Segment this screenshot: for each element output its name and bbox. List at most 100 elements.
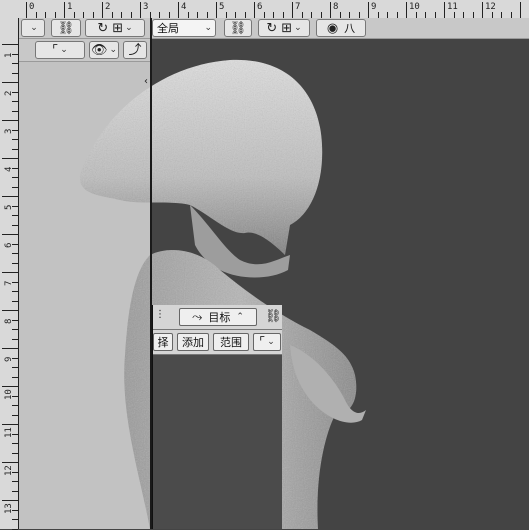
ruler-tick [406, 2, 407, 18]
curve-icon: ⌜ [52, 42, 59, 58]
stroke-icon: ⊞ [281, 20, 293, 36]
float-row-2: 择 添加 范围 ⌜ ⌄ [153, 330, 282, 355]
select-button[interactable]: 择 [153, 333, 173, 351]
ruler-tick [12, 471, 18, 473]
path-target-label: 目标 [208, 311, 231, 324]
ruler-tick [12, 281, 18, 283]
ruler-label: 9 [371, 2, 377, 12]
link-icon[interactable]: ⛓ [265, 310, 282, 323]
curve-tool[interactable]: ⤴ [123, 41, 147, 59]
curve-select-button[interactable]: ⌜ ⌄ [253, 333, 281, 351]
ruler-tick [12, 148, 18, 150]
ruler-label: 0 [29, 2, 35, 12]
visibility-toggle[interactable]: 👁 ⌄ [89, 41, 119, 59]
float-row-1: ⋮ ⤳ 目标 ⌃ ⛓ [153, 305, 282, 330]
ruler-tick [12, 357, 18, 359]
curve-tool-icon: ⤴ [128, 42, 142, 58]
lasso-icon: ↻ [266, 20, 278, 36]
ruler-tick [178, 2, 179, 18]
ruler-tick [12, 405, 18, 406]
ruler-tick [12, 110, 18, 112]
ruler-tick [12, 443, 18, 444]
chevron-down-icon: ⌄ [30, 23, 38, 33]
lasso-icon: ↻ [97, 20, 109, 36]
path-icon: ⤳ [192, 309, 203, 325]
ruler-tick [12, 139, 18, 140]
ruler-tick [2, 82, 18, 83]
ruler-label: 1 [67, 2, 73, 12]
add-label: 添加 [182, 336, 204, 349]
link-button[interactable]: ⛓ [224, 19, 252, 37]
ruler-tick [292, 2, 293, 18]
ruler-tick [2, 158, 18, 159]
path-target-button[interactable]: ⤳ 目标 ⌃ [179, 308, 257, 326]
scope-select[interactable]: 全局 ⌄ [152, 19, 216, 37]
ruler-tick [254, 2, 255, 18]
ruler-tick [444, 2, 445, 18]
left-combo[interactable]: ⌄ [21, 19, 45, 37]
ruler-tick [12, 319, 18, 321]
ruler-tick [2, 310, 18, 311]
ruler-tick [140, 2, 141, 18]
chevron-up-icon: ⌃ [236, 312, 244, 322]
ruler-tick [12, 433, 18, 435]
ruler-tick [12, 452, 18, 454]
link-icon: ⛓ [229, 20, 247, 36]
extra-label: 八 [344, 22, 356, 35]
visibility-icon: 👁 [90, 42, 108, 58]
curve-select[interactable]: ⌜ ⌄ [35, 41, 85, 59]
left-toolbar-row2: ⌜ ⌄ 👁 ⌄ ⤴ [19, 39, 150, 62]
ruler-icon: ⊞ [112, 20, 124, 36]
floating-tool-panel: ⋮ ⤳ 目标 ⌃ ⛓ 择 添加 范围 ⌜ ⌄ [152, 305, 282, 529]
ruler-tick [12, 490, 18, 492]
ruler-label: 10 [409, 2, 420, 12]
ruler-tick [12, 63, 18, 64]
ruler-tick [12, 205, 18, 207]
ruler-tick [12, 367, 18, 368]
ruler-tick [12, 177, 18, 178]
ruler-tick [2, 272, 18, 273]
range-label: 范围 [220, 336, 242, 349]
vertical-ruler: 1 2 3 4 5 6 7 8 9 10 11 12 13 [0, 18, 19, 530]
collapse-arrow-icon[interactable]: ‹ [144, 76, 148, 87]
chevron-down-icon: ⌄ [60, 45, 68, 55]
ruler-tick [64, 2, 65, 18]
scope-select-label: 全局 [157, 22, 179, 35]
ruler-tick [12, 376, 18, 378]
ruler-tick [482, 2, 483, 18]
ruler-label: 8 [333, 2, 339, 12]
ruler-label: 11 [447, 2, 458, 12]
ruler-tick [12, 291, 18, 292]
ruler-tick [12, 262, 18, 264]
ruler-tick [26, 2, 27, 18]
curve-icon: ⌜ [259, 334, 266, 350]
link-toggle[interactable]: ⛓ [51, 19, 81, 37]
ruler-tick [216, 2, 217, 18]
ruler-tick [12, 129, 18, 131]
ruler-tick [12, 224, 18, 226]
ruler-tick [2, 462, 18, 463]
ruler-tick [2, 120, 18, 121]
range-button[interactable]: 范围 [213, 333, 249, 351]
right-toolbar: 全局 ⌄ ⛓ ↻ ⊞ ⌄ ◉ 八 [152, 18, 529, 39]
grip-icon[interactable]: ⋮ [155, 310, 165, 320]
ruler-label: 3 [143, 2, 149, 12]
ruler-tick [2, 44, 18, 45]
dot-icon: ◉ [326, 20, 339, 36]
stroke-tool[interactable]: ↻ ⊞ ⌄ [85, 19, 145, 37]
ruler-tick [2, 424, 18, 425]
ruler-tick [368, 2, 369, 18]
ruler-tick [12, 215, 18, 216]
chevron-down-icon: ⌄ [267, 337, 275, 347]
add-button[interactable]: 添加 [177, 333, 209, 351]
dot-button[interactable]: ◉ 八 [316, 19, 366, 37]
horizontal-ruler: 0 1 2 3 4 5 6 7 8 9 10 11 12 [0, 0, 529, 19]
ruler-tick [520, 2, 521, 18]
ruler-tick [102, 2, 103, 18]
ruler-tick [12, 101, 18, 102]
lasso-button[interactable]: ↻ ⊞ ⌄ [258, 19, 310, 37]
ruler-label: 2 [105, 2, 111, 12]
ruler-tick [12, 72, 18, 74]
ruler-label: 12 [485, 2, 496, 12]
select-label: 择 [157, 336, 169, 349]
